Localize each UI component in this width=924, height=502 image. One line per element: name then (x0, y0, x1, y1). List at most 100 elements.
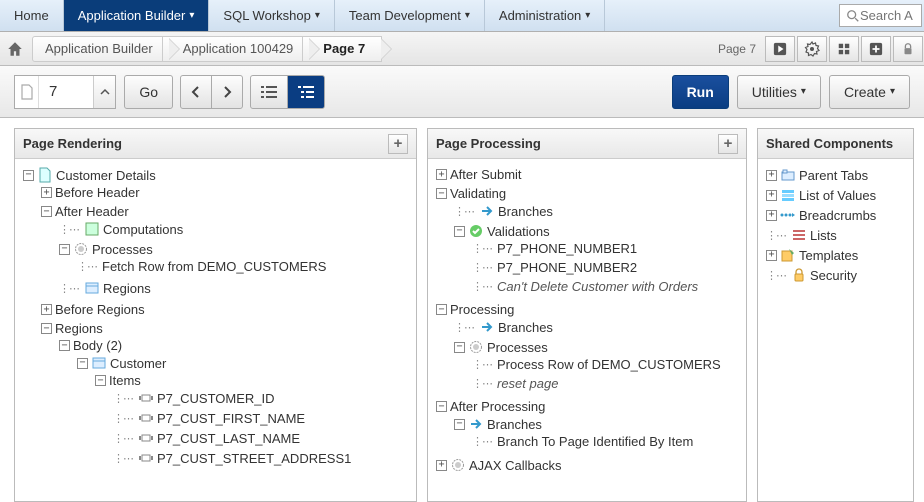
toggle-icon[interactable]: − (436, 188, 447, 199)
tree-node[interactable]: Before Header (55, 185, 140, 200)
toggle-icon[interactable]: − (41, 323, 52, 334)
toggle-icon[interactable]: − (436, 304, 447, 315)
toggle-icon[interactable]: + (436, 460, 447, 471)
tree-node[interactable]: Items (109, 373, 141, 388)
toggle-icon[interactable]: + (766, 210, 777, 221)
dots-icon: ⋮⋯ (454, 205, 474, 218)
tree-leaf[interactable]: Fetch Row from DEMO_CUSTOMERS (102, 259, 326, 274)
tree-leaf[interactable]: P7_CUST_LAST_NAME (157, 431, 300, 446)
tree-leaf[interactable]: P7_CUST_STREET_ADDRESS1 (157, 451, 351, 466)
tree-node[interactable]: Branches (498, 320, 553, 335)
search-input[interactable] (860, 8, 915, 23)
go-button[interactable]: Go (124, 75, 173, 109)
tree-node[interactable]: List of Values (799, 188, 876, 203)
view-toggle (251, 75, 325, 109)
chevron-left-icon (191, 86, 201, 98)
toggle-icon[interactable]: − (95, 375, 106, 386)
toggle-icon[interactable]: + (766, 170, 777, 181)
page-number[interactable]: 7 (39, 83, 93, 100)
global-search[interactable] (839, 4, 922, 27)
tree-view-button[interactable] (287, 75, 325, 109)
grid-button[interactable] (829, 36, 859, 62)
toggle-icon[interactable]: − (77, 358, 88, 369)
tree-node[interactable]: Computations (103, 222, 183, 237)
toggle-icon[interactable]: − (59, 244, 70, 255)
toggle-icon[interactable]: + (41, 304, 52, 315)
toggle-icon[interactable]: + (41, 187, 52, 198)
templates-icon (780, 247, 796, 263)
tree-leaf[interactable]: Can't Delete Customer with Orders (497, 279, 698, 294)
prev-page-button[interactable] (180, 75, 212, 109)
chevron-down-icon: ▾ (585, 10, 590, 21)
tree-node[interactable]: After Header (55, 204, 129, 219)
toggle-icon[interactable]: − (454, 419, 465, 430)
nav-team-dev[interactable]: Team Development▾ (335, 0, 485, 31)
tree-node[interactable]: Customer (110, 356, 166, 371)
tree-node[interactable]: Security (810, 268, 857, 283)
tree-root[interactable]: Customer Details (56, 168, 156, 183)
nav-sql-label: SQL Workshop (223, 8, 310, 23)
pane-shared-title: Shared Components (766, 136, 893, 151)
nav-admin[interactable]: Administration▾ (485, 0, 605, 31)
tree-leaf[interactable]: P7_PHONE_NUMBER2 (497, 260, 637, 275)
tree-node[interactable]: Regions (103, 281, 151, 296)
tree-node[interactable]: Processes (92, 242, 153, 257)
tree-node[interactable]: Regions (55, 321, 103, 336)
nav-sql-workshop[interactable]: SQL Workshop▾ (209, 0, 334, 31)
toggle-icon[interactable]: + (766, 190, 777, 201)
run-button[interactable]: Run (672, 75, 729, 109)
tree-leaf[interactable]: P7_PHONE_NUMBER1 (497, 241, 637, 256)
tree-node[interactable]: Validating (450, 186, 506, 201)
home-icon[interactable] (6, 40, 24, 58)
pane-rendering-header: Page Rendering + (15, 129, 416, 159)
tree-node[interactable]: Branches (487, 417, 542, 432)
add-rendering-button[interactable]: + (388, 134, 408, 154)
chevron-down-icon: ▾ (801, 86, 806, 97)
toggle-icon[interactable]: − (41, 206, 52, 217)
create-button[interactable]: Create▾ (829, 75, 910, 109)
rendering-tree: −Customer Details +Before Header −After … (15, 159, 416, 501)
toggle-icon[interactable]: − (59, 340, 70, 351)
tree-node[interactable]: AJAX Callbacks (469, 458, 561, 473)
tree-node[interactable]: Processes (487, 340, 548, 355)
lock-button[interactable] (893, 36, 923, 62)
pane-shared-header: Shared Components (758, 129, 913, 159)
tree-node[interactable]: After Submit (450, 167, 522, 182)
add-processing-button[interactable]: + (718, 134, 738, 154)
tree-node[interactable]: After Processing (450, 399, 545, 414)
toggle-icon[interactable]: − (436, 401, 447, 412)
toggle-icon[interactable]: − (23, 170, 34, 181)
toggle-icon[interactable]: + (766, 250, 777, 261)
tree-leaf[interactable]: Branch To Page Identified By Item (497, 434, 693, 449)
next-page-button[interactable] (211, 75, 243, 109)
tree-node[interactable]: Parent Tabs (799, 168, 868, 183)
dots-icon: ⋮⋯ (472, 358, 492, 371)
tree-node[interactable]: Validations (487, 224, 550, 239)
toggle-icon[interactable]: − (454, 226, 465, 237)
settings-button[interactable] (797, 36, 827, 62)
tree-node[interactable]: Branches (498, 204, 553, 219)
tree-node[interactable]: Lists (810, 228, 837, 243)
toggle-icon[interactable]: + (436, 169, 447, 180)
run-page-button[interactable] (765, 36, 795, 62)
list-view-button[interactable] (250, 75, 288, 109)
page-spinner[interactable] (93, 76, 115, 108)
crumb-app-builder[interactable]: Application Builder (32, 36, 170, 62)
tree-node[interactable]: Breadcrumbs (799, 208, 876, 223)
tree-leaf[interactable]: Process Row of DEMO_CUSTOMERS (497, 357, 721, 372)
tree-node[interactable]: Before Regions (55, 302, 145, 317)
tree-node[interactable]: Processing (450, 302, 514, 317)
tree-leaf[interactable]: P7_CUST_FIRST_NAME (157, 411, 305, 426)
crumb-application[interactable]: Application 100429 (162, 36, 311, 62)
add-button[interactable] (861, 36, 891, 62)
nav-home[interactable]: Home (0, 0, 64, 31)
utilities-button[interactable]: Utilities▾ (737, 75, 821, 109)
branch-icon (479, 319, 495, 335)
tree-leaf[interactable]: P7_CUSTOMER_ID (157, 391, 275, 406)
nav-app-builder[interactable]: Application Builder▾ (64, 0, 210, 31)
tree-node[interactable]: Templates (799, 248, 858, 263)
toggle-icon[interactable]: − (454, 342, 465, 353)
tree-node[interactable]: Body (2) (73, 338, 122, 353)
chevron-down-icon: ▾ (189, 10, 194, 21)
tree-leaf[interactable]: reset page (497, 376, 558, 391)
